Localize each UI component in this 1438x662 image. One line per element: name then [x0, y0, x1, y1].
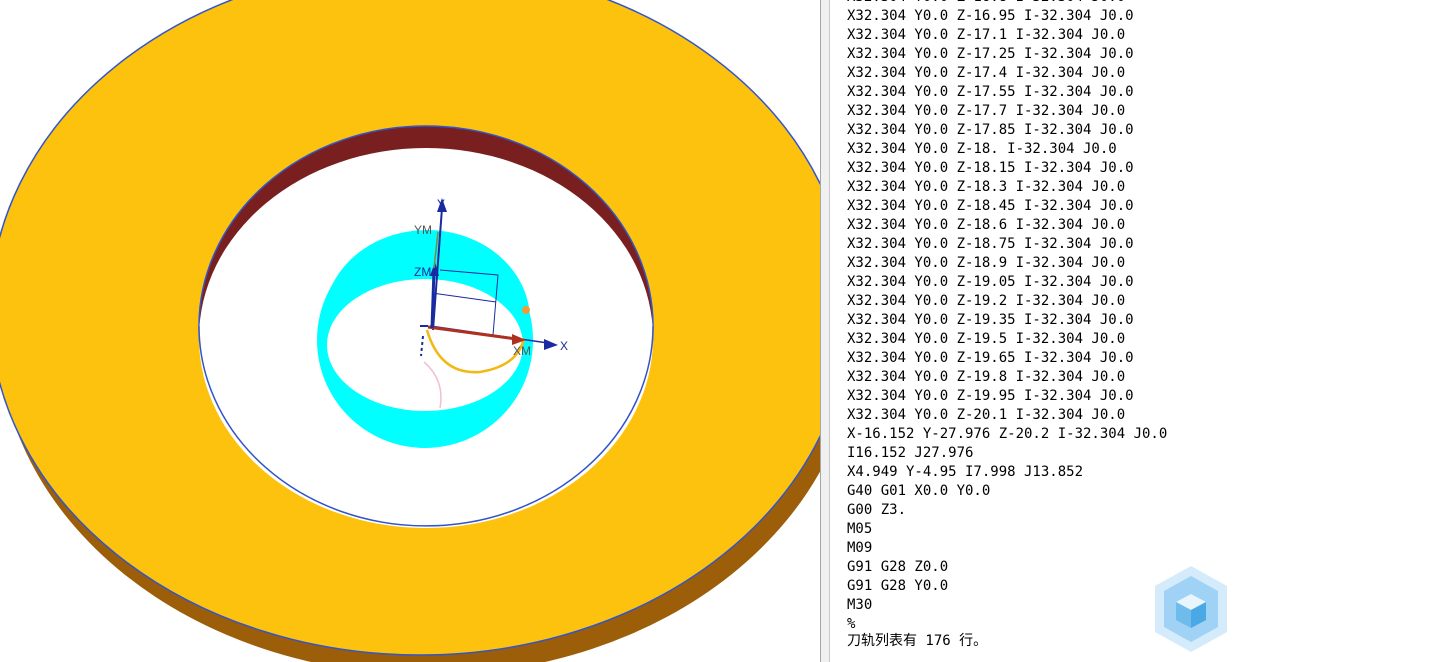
nc-code-line[interactable]: X32.304 Y0.0 Z-19.8 I-32.304 J0.0	[847, 368, 1167, 387]
nc-code-line[interactable]: X32.304 Y0.0 Z-19.2 I-32.304 J0.0	[847, 292, 1167, 311]
panel-splitter[interactable]	[820, 0, 830, 662]
nc-code-line[interactable]: I16.152 J27.976	[847, 444, 1167, 463]
nc-code-line[interactable]: M30	[847, 596, 1167, 615]
nc-code-line[interactable]: X-16.152 Y-27.976 Z-20.2 I-32.304 J0.0	[847, 425, 1167, 444]
nc-code-line[interactable]: X32.304 Y0.0 Z-17.85 I-32.304 J0.0	[847, 121, 1167, 140]
nc-code-line[interactable]: X32.304 Y0.0 Z-18.15 I-32.304 J0.0	[847, 159, 1167, 178]
nc-code-line[interactable]: X32.304 Y0.0 Z-16.95 I-32.304 J0.0	[847, 7, 1167, 26]
nc-code-line[interactable]: X32.304 Y0.0 Z-18.75 I-32.304 J0.0	[847, 235, 1167, 254]
nc-code-line[interactable]: X32.304 Y0.0 Z-18.3 I-32.304 J0.0	[847, 178, 1167, 197]
part-model-view[interactable]: Y YM ZM XM X	[0, 0, 820, 662]
nc-code-line[interactable]: X32.304 Y0.0 Z-17.55 I-32.304 J0.0	[847, 83, 1167, 102]
nc-code-line[interactable]: M09	[847, 539, 1167, 558]
nc-code-line[interactable]: X32.304 Y0.0 Z-18.45 I-32.304 J0.0	[847, 197, 1167, 216]
nc-code-line[interactable]: X32.304 Y0.0 Z-19.05 I-32.304 J0.0	[847, 273, 1167, 292]
nc-code-line[interactable]: X32.304 Y0.0 Z-18. I-32.304 J0.0	[847, 140, 1167, 159]
xm-axis-label: XM	[513, 344, 531, 358]
nc-code-line[interactable]: G91 G28 Y0.0	[847, 577, 1167, 596]
nc-code-line[interactable]: X32.304 Y0.0 Z-19.65 I-32.304 J0.0	[847, 349, 1167, 368]
nc-code-line[interactable]: X32.304 Y0.0 Z-17.25 I-32.304 J0.0	[847, 45, 1167, 64]
nc-code-line[interactable]: M05	[847, 520, 1167, 539]
zm-axis-line	[430, 269, 436, 329]
toolpath-line-count-status: 刀轨列表有 176 行。	[847, 633, 988, 649]
nc-code-listing-panel[interactable]: X32.304 Y0.0 Z-16.8 I-32.304 J0.0X32.304…	[830, 0, 1438, 662]
nc-code-line[interactable]: X32.304 Y0.0 Z-19.5 I-32.304 J0.0	[847, 330, 1167, 349]
nc-code-line[interactable]: G40 G01 X0.0 Y0.0	[847, 482, 1167, 501]
y-axis-label: Y	[437, 197, 445, 211]
graphics-viewport[interactable]: Y YM ZM XM X	[0, 0, 820, 662]
nc-code-line[interactable]: X32.304 Y0.0 Z-17.1 I-32.304 J0.0	[847, 26, 1167, 45]
nc-code-line[interactable]: X32.304 Y0.0 Z-17.7 I-32.304 J0.0	[847, 102, 1167, 121]
nc-code-line[interactable]: X4.949 Y-4.95 I7.998 J13.852	[847, 463, 1167, 482]
nc-code-line[interactable]: X32.304 Y0.0 Z-17.4 I-32.304 J0.0	[847, 64, 1167, 83]
nc-code-line[interactable]: X32.304 Y0.0 Z-20.1 I-32.304 J0.0	[847, 406, 1167, 425]
nc-code-lines: X32.304 Y0.0 Z-16.8 I-32.304 J0.0X32.304…	[847, 0, 1167, 634]
nc-code-line[interactable]: X32.304 Y0.0 Z-18.6 I-32.304 J0.0	[847, 216, 1167, 235]
nc-code-line[interactable]: X32.304 Y0.0 Z-19.95 I-32.304 J0.0	[847, 387, 1167, 406]
nc-code-line[interactable]: X32.304 Y0.0 Z-19.35 I-32.304 J0.0	[847, 311, 1167, 330]
tool-point-marker[interactable]	[522, 306, 530, 314]
zm-axis-label: ZM	[414, 265, 431, 279]
x-axis-label: X	[560, 339, 568, 353]
toolpath-inner	[327, 279, 523, 411]
nc-code-line[interactable]: X32.304 Y0.0 Z-16.8 I-32.304 J0.0	[847, 0, 1167, 7]
nc-code-line[interactable]: X32.304 Y0.0 Z-18.9 I-32.304 J0.0	[847, 254, 1167, 273]
nc-code-line[interactable]: G91 G28 Z0.0	[847, 558, 1167, 577]
nc-code-line[interactable]: G00 Z3.	[847, 501, 1167, 520]
cube-logo-icon	[1155, 566, 1227, 652]
ym-axis-label: YM	[414, 223, 432, 237]
